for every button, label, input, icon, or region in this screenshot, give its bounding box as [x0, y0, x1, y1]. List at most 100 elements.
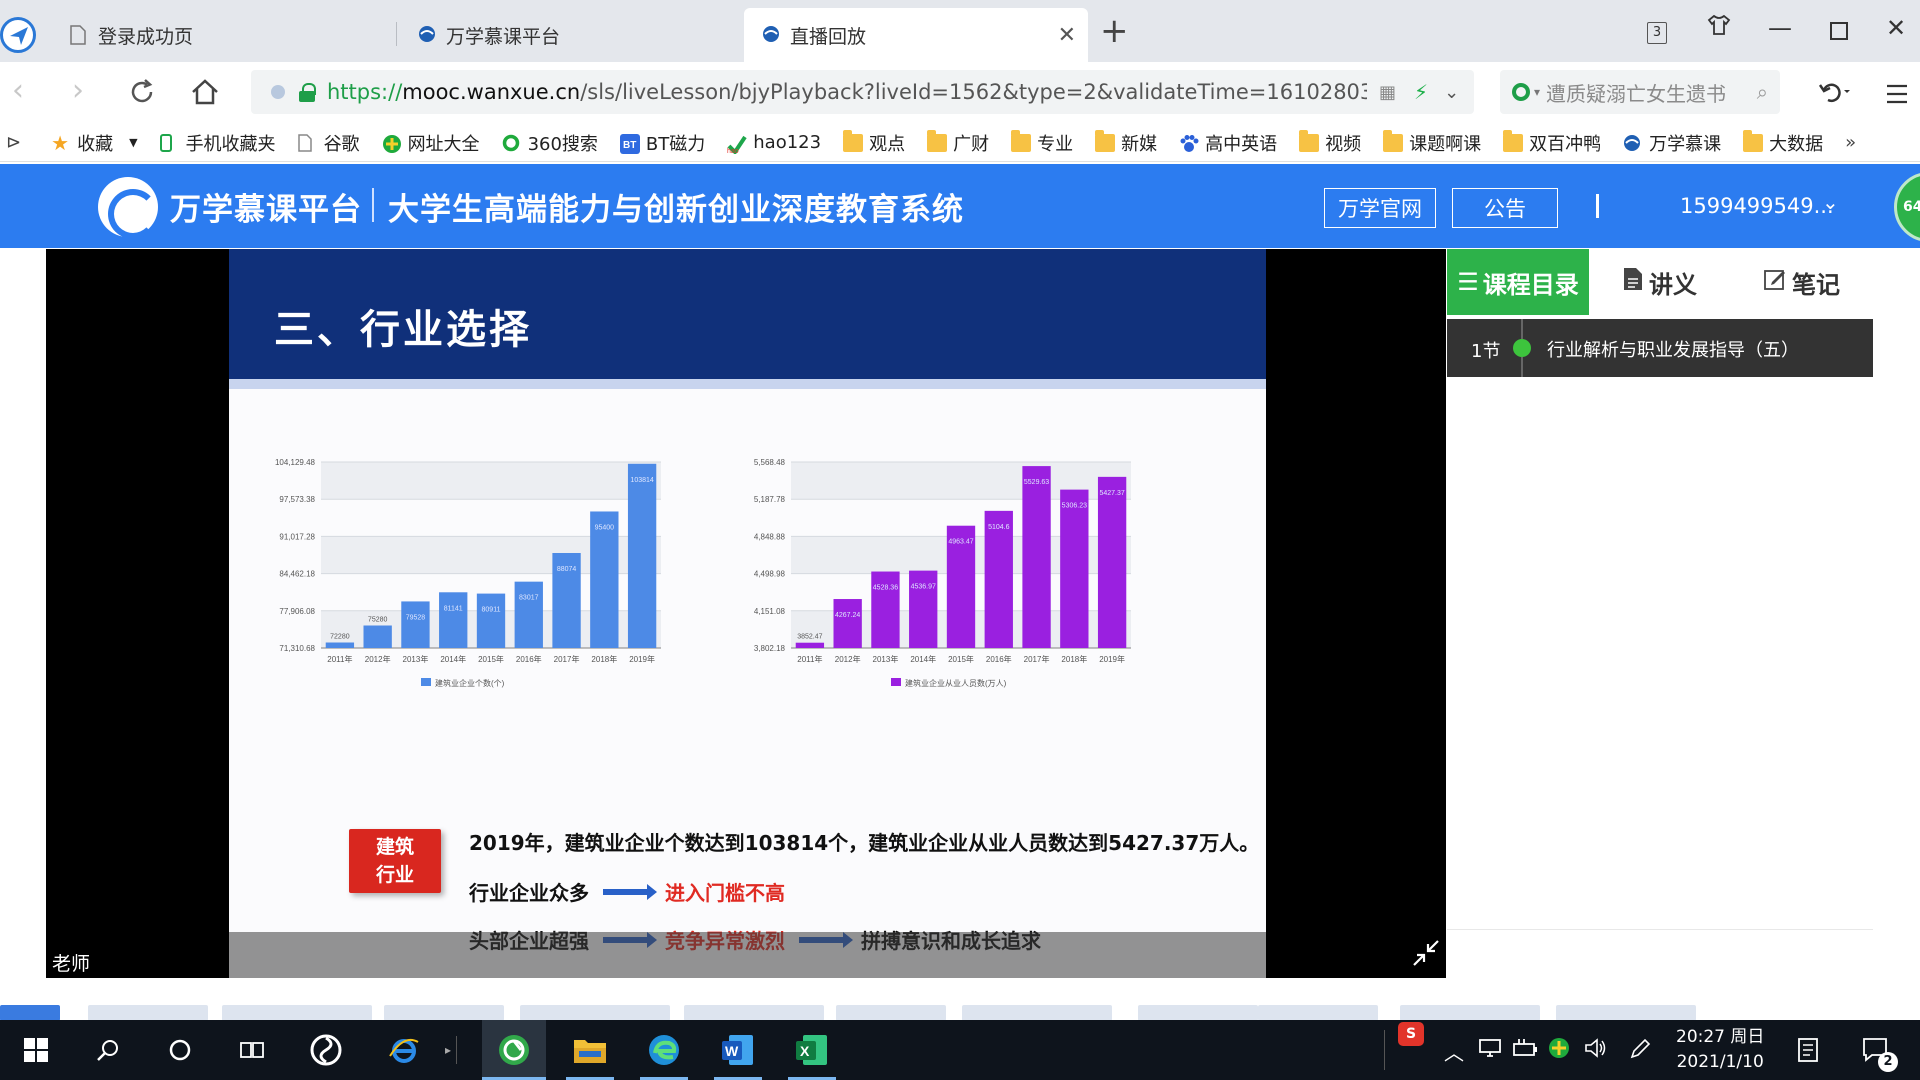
tab-course-catalog[interactable]: ☰ 课程目录 — [1447, 249, 1589, 315]
tab-notes[interactable]: 笔记 — [1731, 249, 1873, 315]
notice-button[interactable]: 公告 — [1452, 188, 1558, 228]
video-player[interactable]: 三、行业选择 104,129.48 97,573.38 91,017.28 84,46… — [46, 249, 1446, 978]
word-icon[interactable]: W — [718, 1030, 758, 1070]
user-account[interactable]: 1599499549... — [1680, 194, 1834, 218]
notepad-icon[interactable] — [1796, 1037, 1820, 1068]
bookmark-folder-double-hundred[interactable]: 双百冲鸭 — [1503, 129, 1601, 156]
windows-start-icon[interactable] — [16, 1030, 56, 1070]
volume-icon[interactable] — [1584, 1037, 1608, 1064]
globe-icon — [418, 25, 436, 45]
tab-title: 万学慕课平台 — [446, 25, 561, 48]
tab-count-button[interactable]: 3 — [1647, 22, 1667, 44]
bookmark-mobile[interactable]: 手机收藏夹 — [159, 130, 276, 156]
reload-icon[interactable] — [128, 78, 156, 112]
home-icon[interactable] — [190, 78, 220, 112]
chevron-down-icon: ▼ — [129, 136, 138, 149]
so-icon — [502, 134, 522, 152]
more-bookmarks-icon[interactable]: » — [1845, 132, 1856, 153]
wanxue-logo-icon[interactable] — [98, 177, 158, 239]
bookmark-folder-major[interactable]: 专业 — [1011, 129, 1073, 156]
floating-badge[interactable]: 64 — [1894, 172, 1920, 242]
tab-wanxue-platform[interactable]: 万学慕课平台 — [400, 8, 740, 62]
tab-live-playback[interactable]: 直播回放 ✕ — [744, 8, 1088, 62]
edge-browser-icon[interactable] — [644, 1030, 684, 1070]
chevron-right-icon[interactable]: ▸ — [428, 1030, 468, 1070]
svg-text:BT: BT — [623, 140, 636, 151]
new-tab-button[interactable]: + — [1100, 14, 1129, 48]
file-explorer-icon[interactable] — [570, 1030, 610, 1070]
shirt-icon[interactable] — [1707, 14, 1731, 42]
chevron-down-icon[interactable]: ⌄ — [1444, 82, 1459, 103]
chevron-down-icon[interactable]: ⌄ — [1822, 190, 1839, 214]
folder-icon — [1503, 129, 1524, 152]
360-security-icon[interactable] — [1548, 1037, 1570, 1064]
bookmark-favorites[interactable]: ★ 收藏 ▼ — [51, 130, 137, 156]
360-browser-icon[interactable] — [494, 1030, 534, 1070]
x-tick-label: 2019年 — [629, 654, 655, 664]
back-icon[interactable]: ‹ — [12, 76, 24, 106]
undo-icon[interactable] — [1818, 80, 1852, 110]
bookmark-folder-newmedia[interactable]: 新媒 — [1095, 129, 1157, 156]
address-bar[interactable]: https://mooc.wanxue.cn/sls/liveLesson/bj… — [251, 70, 1474, 114]
official-site-button[interactable]: 万学官网 — [1324, 188, 1436, 228]
lesson-item[interactable]: 1节 行业解析与职业发展指导（五） — [1447, 319, 1873, 377]
pinwheel-app-icon[interactable] — [306, 1030, 346, 1070]
search-icon[interactable] — [88, 1030, 128, 1070]
bookmark-folder-topic[interactable]: 课题啊课 — [1383, 129, 1481, 156]
data-label: 4963.47 — [948, 539, 973, 546]
bar — [514, 581, 543, 648]
bookmark-folder-video[interactable]: 视频 — [1299, 129, 1361, 156]
bookmark-url-directory[interactable]: 网址大全 — [382, 130, 480, 156]
bookmark-360-search[interactable]: 360搜索 — [502, 130, 598, 156]
site-name[interactable]: 万学慕课平台 — [170, 184, 362, 229]
bar — [476, 593, 506, 648]
site-header: 万学慕课平台 大学生高端能力与创新创业深度教育系统 万学官网 公告 159949… — [0, 164, 1920, 248]
video-control-overlay[interactable] — [229, 932, 1266, 978]
data-label: 83017 — [519, 595, 539, 602]
bookmark-hao123[interactable]: hao hao123 — [727, 132, 821, 155]
data-label: 88074 — [557, 566, 577, 573]
ie-browser-icon[interactable] — [384, 1030, 424, 1070]
search-icon[interactable]: ⌕ — [1757, 80, 1768, 104]
bookmark-highschool-english[interactable]: 高中英语 — [1179, 130, 1277, 156]
bookmark-wanxue[interactable]: 万学慕课 — [1623, 130, 1721, 156]
close-window-icon[interactable]: ✕ — [1886, 14, 1906, 42]
minimize-icon[interactable]: — — [1768, 14, 1792, 42]
qr-icon[interactable]: ▦ — [1379, 82, 1396, 103]
menu-icon[interactable] — [1886, 80, 1908, 110]
bookmark-google[interactable]: 谷歌 — [297, 130, 360, 156]
strip-chip — [222, 1005, 372, 1021]
close-icon[interactable]: ✕ — [1058, 23, 1076, 48]
excel-icon[interactable]: X — [792, 1030, 832, 1070]
browser-logo-icon[interactable] — [0, 17, 36, 53]
data-label: 4528.36 — [873, 585, 898, 592]
site-info-icon[interactable] — [271, 85, 285, 99]
bookmark-folder-views[interactable]: 观点 — [843, 129, 905, 156]
battery-icon[interactable] — [1512, 1037, 1538, 1064]
task-view-icon[interactable] — [232, 1030, 272, 1070]
exit-fullscreen-icon[interactable] — [1412, 939, 1440, 974]
maximize-icon[interactable] — [1830, 18, 1848, 46]
lock-icon — [299, 83, 316, 102]
system-clock[interactable]: 20:27 周日 2021/1/10 — [1676, 1025, 1764, 1075]
chevron-up-icon[interactable]: ︿ — [1444, 1037, 1464, 1066]
forward-icon[interactable]: › — [72, 76, 84, 106]
sogou-input-icon[interactable]: S — [1398, 1022, 1424, 1046]
bookmark-folder-bigdata[interactable]: 大数据 — [1743, 129, 1823, 156]
bookmark-bt[interactable]: BT BT磁力 — [619, 130, 705, 156]
url-text[interactable]: https://mooc.wanxue.cn/sls/liveLesson/bj… — [327, 80, 1367, 104]
windows-taskbar: ▸ W X S ︿ 20:27 周日 2021/1/10 2 — [0, 1020, 1920, 1080]
lightning-icon[interactable]: ⚡ — [1414, 80, 1428, 104]
pen-icon[interactable] — [1628, 1037, 1652, 1066]
cortana-icon[interactable] — [160, 1030, 200, 1070]
strip-chip — [1138, 1005, 1258, 1021]
browser-tab-strip: 登录成功页 万学慕课平台 直播回放 ✕ + 3 — ✕ — [0, 0, 1920, 62]
chevron-down-icon[interactable]: ▾ — [1534, 85, 1540, 99]
tab-login-success[interactable]: 登录成功页 — [52, 8, 392, 62]
sidebar-toggle-icon[interactable]: ⊳ — [6, 132, 21, 153]
search-input[interactable]: ▾ 遭质疑溺亡女生遗书 ⌕ — [1500, 70, 1780, 114]
tab-handout[interactable]: 讲义 — [1589, 249, 1731, 315]
network-icon[interactable] — [1478, 1037, 1502, 1064]
y-tick-label: 91,017.28 — [279, 532, 315, 541]
bookmark-folder-guangcai[interactable]: 广财 — [927, 129, 989, 156]
